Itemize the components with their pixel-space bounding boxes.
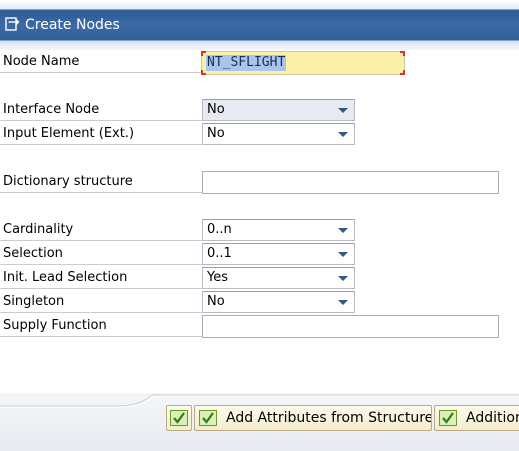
dropdown-arrow-icon <box>338 276 348 281</box>
input-element-dropdown[interactable]: No <box>202 123 355 145</box>
singleton-dropdown[interactable]: No <box>202 291 355 313</box>
dropdown-arrow-icon <box>338 300 348 305</box>
cardinality-value: 0..n <box>207 222 232 237</box>
singleton-label: Singleton <box>0 291 202 313</box>
add-attributes-button[interactable]: Add Attributes from Structure <box>194 405 432 431</box>
node-name-value: NT_SFLIGHT <box>206 55 287 71</box>
check-icon <box>199 410 217 426</box>
interface-node-dropdown[interactable]: No <box>202 99 355 121</box>
supply-function-label: Supply Function <box>0 315 202 337</box>
focus-corner <box>400 51 405 56</box>
selection-label: Selection <box>0 243 202 265</box>
confirm-button[interactable] <box>166 405 192 431</box>
dropdown-arrow-icon <box>338 228 348 233</box>
node-name-label: Node Name <box>0 51 202 73</box>
cardinality-label: Cardinality <box>0 219 202 241</box>
focus-corner <box>400 70 405 75</box>
init-lead-selection-dropdown[interactable]: Yes <box>202 267 355 289</box>
init-lead-selection-label: Init. Lead Selection <box>0 267 202 289</box>
dialog-title-bar: Create Nodes <box>0 0 519 50</box>
check-icon <box>439 410 457 426</box>
focus-corner <box>201 70 206 75</box>
dropdown-arrow-icon <box>338 132 348 137</box>
interface-node-label: Interface Node <box>0 99 202 121</box>
dropdown-arrow-icon <box>338 108 348 113</box>
node-name-input[interactable]: NT_SFLIGHT <box>201 51 405 75</box>
input-element-value: No <box>207 126 225 141</box>
selection-dropdown[interactable]: 0..1 <box>202 243 355 265</box>
selection-value: 0..1 <box>207 246 232 261</box>
dropdown-arrow-icon <box>338 252 348 257</box>
check-icon <box>170 410 188 426</box>
init-lead-selection-value: Yes <box>207 270 228 285</box>
dialog-create-icon <box>5 17 20 31</box>
interface-node-value: No <box>207 102 225 117</box>
addition-button-label: Addition <box>466 410 519 426</box>
input-element-label: Input Element (Ext.) <box>0 123 202 145</box>
dictionary-structure-input[interactable] <box>202 171 499 194</box>
dialog-title: Create Nodes <box>25 17 120 33</box>
cardinality-dropdown[interactable]: 0..n <box>202 219 355 241</box>
singleton-value: No <box>207 294 225 309</box>
dictionary-structure-label: Dictionary structure <box>0 171 202 193</box>
add-attributes-button-label: Add Attributes from Structure <box>226 410 432 426</box>
focus-corner <box>201 51 206 56</box>
supply-function-input[interactable] <box>202 315 499 338</box>
addition-button[interactable]: Addition <box>434 405 519 431</box>
